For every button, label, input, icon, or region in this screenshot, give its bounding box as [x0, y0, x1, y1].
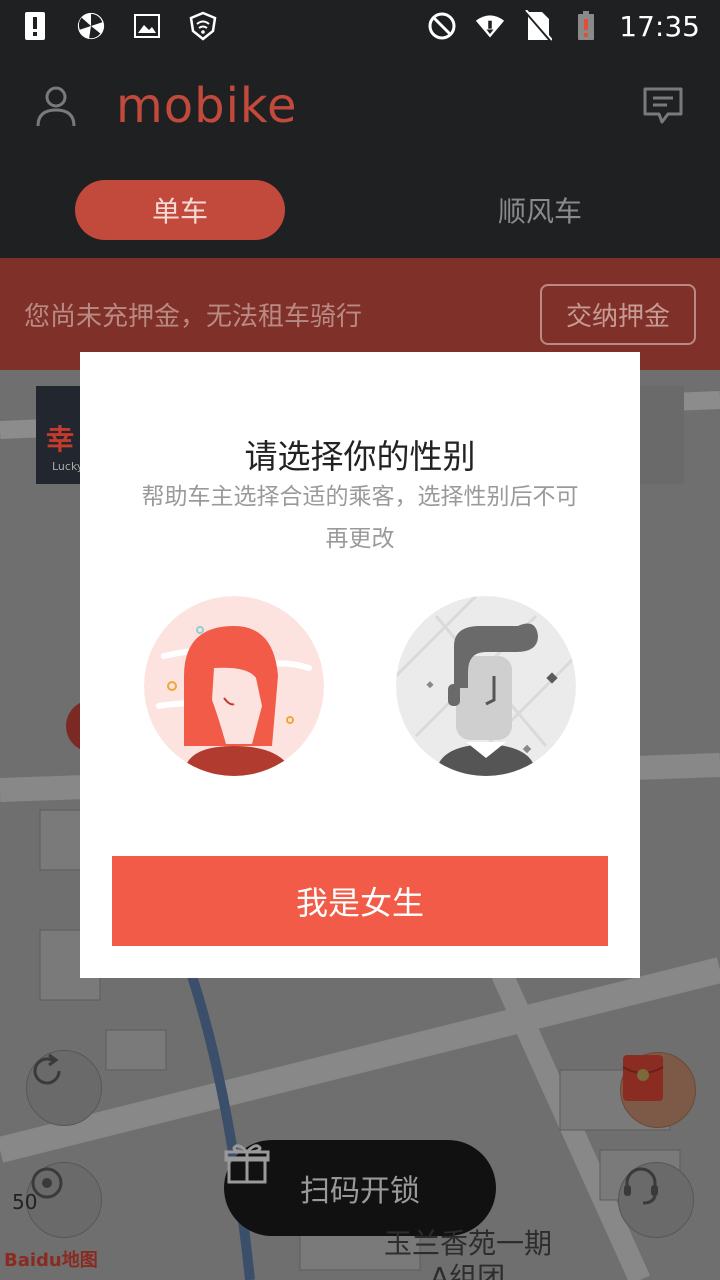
no-sim-icon — [523, 10, 553, 42]
pay-deposit-button[interactable]: 交纳押金 — [539, 283, 696, 345]
map-attribution: Baidu地图 — [4, 1250, 98, 1271]
refresh-button[interactable] — [26, 1050, 102, 1126]
status-time: 17:35 — [619, 9, 700, 43]
customer-service-button[interactable] — [618, 1162, 694, 1238]
status-bar: 17:35 — [0, 0, 720, 52]
refresh-icon — [33, 1053, 61, 1085]
dialog-subtitle: 帮助车主选择合适的乘客，选择性别后不可再更改 — [141, 484, 579, 552]
alert-icon — [20, 11, 50, 41]
battery-low-icon — [571, 11, 601, 41]
dialog-title: 请选择你的性别 — [244, 437, 476, 476]
image-icon — [132, 11, 162, 41]
map-place-label-2: A组团 — [430, 1261, 506, 1280]
app-header: mobike 单车 顺风车 — [0, 52, 720, 258]
headset-icon — [624, 1167, 658, 1205]
message-icon[interactable] — [642, 86, 684, 126]
female-option[interactable] — [144, 596, 324, 776]
app-logo: mobike — [116, 78, 298, 134]
pinwheel-icon — [76, 11, 106, 41]
confirm-female-button[interactable]: 我是女生 — [112, 856, 608, 946]
deposit-warning-text: 您尚未充押金，无法租车骑行 — [24, 301, 363, 332]
map-ad-subtext: Lucky — [52, 460, 84, 473]
male-option[interactable] — [396, 596, 576, 776]
shield-icon — [188, 11, 218, 41]
tab-ride-share[interactable]: 顺风车 — [435, 180, 645, 240]
wifi-icon — [475, 11, 505, 41]
male-avatar-icon — [396, 596, 576, 776]
map-scale: 50 — [12, 1190, 38, 1214]
tab-bike[interactable]: 单车 — [75, 180, 285, 240]
gift-icon — [224, 1144, 270, 1184]
scan-unlock-label: 扫码开锁 — [300, 1174, 420, 1209]
map-ad-text: 幸 — [46, 423, 75, 456]
female-avatar-icon — [144, 596, 324, 776]
user-profile-icon[interactable] — [34, 84, 78, 128]
gender-select-dialog: 请选择你的性别 帮助车主选择合适的乘客，选择性别后不可再更改 我是女生 — [80, 352, 640, 978]
red-packet-button[interactable] — [620, 1052, 696, 1128]
red-packet-icon — [622, 1055, 664, 1101]
do-not-disturb-icon — [427, 11, 457, 41]
